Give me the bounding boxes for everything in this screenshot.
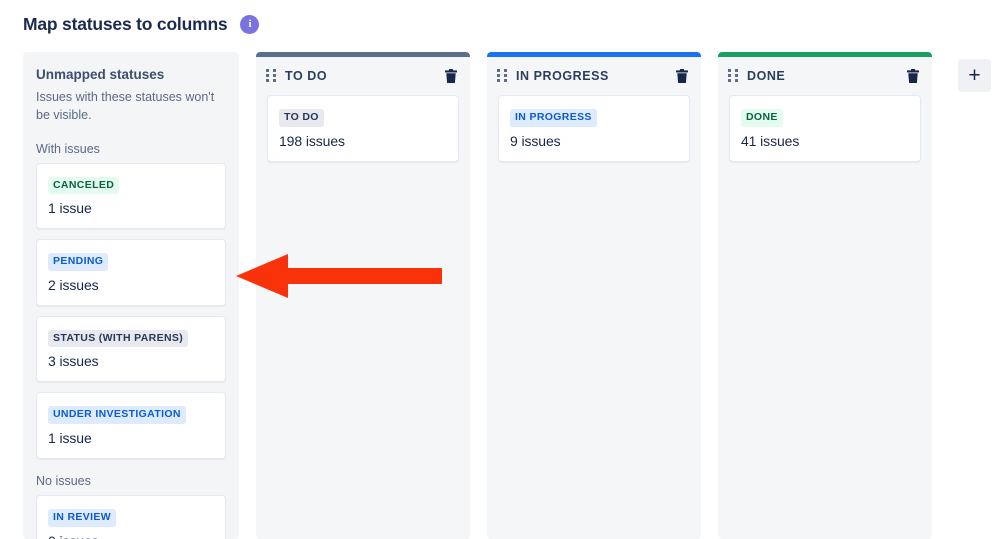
page-title: Map statuses to columns <box>23 14 228 34</box>
status-issue-count: 41 issues <box>741 132 800 149</box>
unmapped-groups: With issues CANCELED 1 issue PENDING 2 issue… <box>36 142 226 539</box>
column-status-card[interactable]: IN PROGRESS 9 issues <box>498 95 690 162</box>
status-badge: TO DO <box>279 109 324 127</box>
status-badge: DONE <box>741 109 783 127</box>
info-icon[interactable]: i <box>240 15 260 34</box>
unmapped-status-card[interactable]: STATUS (WITH PARENS) 3 issues <box>36 315 226 383</box>
column-header: IN PROGRESS <box>487 57 701 95</box>
status-badge: STATUS (WITH PARENS) <box>48 329 189 348</box>
column-title: TO DO <box>285 69 328 83</box>
status-badge: CANCELED <box>48 176 120 195</box>
unmapped-status-card[interactable]: IN REVIEW 0 issues <box>36 495 226 539</box>
status-issue-count: 0 issues <box>48 533 214 539</box>
unmapped-status-card[interactable]: PENDING 2 issues <box>36 239 226 306</box>
drag-handle-icon[interactable] <box>728 69 738 83</box>
column-status-card[interactable]: TO DO 198 issues <box>267 95 459 162</box>
column-status-card[interactable]: DONE 41 issues <box>729 95 921 162</box>
status-issue-count: 2 issues <box>48 276 99 293</box>
trash-icon[interactable] <box>675 68 689 84</box>
drag-handle-icon[interactable] <box>266 69 276 83</box>
page-header: Map statuses to columns i <box>23 14 260 35</box>
status-issue-count: 3 issues <box>48 353 99 370</box>
trash-icon[interactable] <box>444 68 458 84</box>
map-statuses-page: Map statuses to columns i Unmapped statu… <box>0 0 999 539</box>
unmapped-panel-title: Unmapped statuses <box>36 67 165 82</box>
unmapped-group-label: With issues <box>36 141 100 156</box>
column-body: TO DO 198 issues <box>256 95 470 162</box>
status-badge: PENDING <box>48 253 109 271</box>
status-issue-count: 1 issue <box>48 200 92 217</box>
status-issue-count: 198 issues <box>279 132 345 149</box>
add-column-button[interactable]: + <box>958 59 991 92</box>
unmapped-status-card[interactable]: UNDER INVESTIGATION 1 issue <box>36 392 226 460</box>
unmapped-panel-description: Issues with these statuses won't be visi… <box>36 90 215 122</box>
board-column: IN PROGRESS IN PROGRESS 9 issues <box>487 52 701 539</box>
board-column: TO DO TO DO 198 issues <box>256 52 470 539</box>
column-title: DONE <box>747 69 786 83</box>
status-badge: IN REVIEW <box>48 509 116 527</box>
drag-handle-icon[interactable] <box>497 69 507 83</box>
status-badge: IN PROGRESS <box>510 109 597 127</box>
board-area: Unmapped statuses Issues with these stat… <box>0 52 999 539</box>
unmapped-group-label: No issues <box>36 474 91 489</box>
column-header: DONE <box>718 57 932 95</box>
column-body: IN PROGRESS 9 issues <box>487 95 701 162</box>
unmapped-status-card[interactable]: CANCELED 1 issue <box>36 162 226 230</box>
board-column: DONE DONE 41 issues <box>718 52 932 539</box>
columns-container: TO DO TO DO 198 issues IN PROGRESS IN PROGRE… <box>256 52 932 539</box>
column-body: DONE 41 issues <box>718 95 932 162</box>
trash-icon[interactable] <box>906 68 920 84</box>
status-issue-count: 9 issues <box>510 132 561 149</box>
status-issue-count: 1 issue <box>48 430 92 447</box>
column-title: IN PROGRESS <box>516 69 609 83</box>
status-badge: UNDER INVESTIGATION <box>48 406 186 425</box>
column-header: TO DO <box>256 57 470 95</box>
unmapped-statuses-panel: Unmapped statuses Issues with these stat… <box>23 52 239 539</box>
